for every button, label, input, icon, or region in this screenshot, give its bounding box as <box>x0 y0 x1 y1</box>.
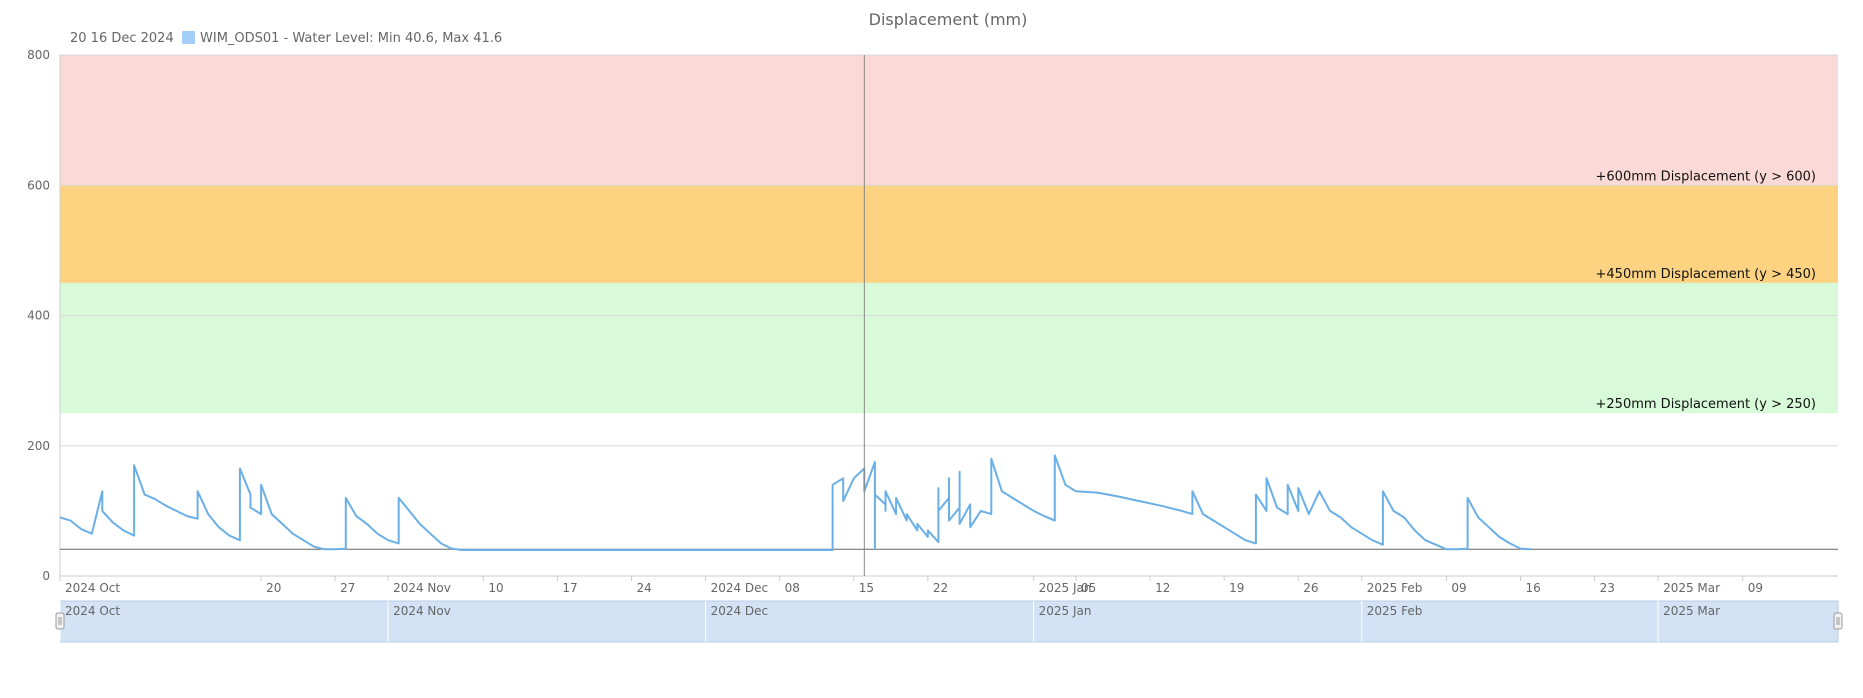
x-tick-label: 17 <box>562 581 577 595</box>
threshold-bands <box>60 55 1838 414</box>
y-tick-label: 0 <box>42 569 50 583</box>
x-tick-label: 2024 Oct <box>65 581 120 595</box>
threshold-band <box>60 282 1838 414</box>
navigator-handle-right[interactable] <box>1833 612 1843 630</box>
navigator-label: 2024 Oct <box>65 604 120 618</box>
x-tick-label: 15 <box>859 581 874 595</box>
y-axis-ticks: 0 200 400 600 800 <box>27 48 50 583</box>
y-tick-label: 600 <box>27 178 50 192</box>
series-layer <box>59 454 1532 551</box>
x-tick-label: 2024 Dec <box>711 581 769 595</box>
navigator-label: 2025 Jan <box>1039 604 1092 618</box>
navigator-label: 2024 Nov <box>393 604 451 618</box>
series-line <box>59 454 1532 551</box>
navigator-label: 2024 Dec <box>711 604 769 618</box>
threshold-band-label: +250mm Displacement (y > 250) <box>1596 397 1816 412</box>
navigator-handle-left[interactable] <box>55 612 65 630</box>
x-tick-label: 08 <box>785 581 800 595</box>
hover-date: 20 16 Dec 2024 <box>70 31 174 46</box>
x-tick-label: 26 <box>1303 581 1318 595</box>
navigator-label: 2025 Feb <box>1367 604 1423 618</box>
x-tick-label: 2025 Mar <box>1663 581 1720 595</box>
threshold-band-label: +600mm Displacement (y > 600) <box>1596 169 1816 184</box>
x-tick-label: 22 <box>933 581 948 595</box>
x-tick-label: 19 <box>1229 581 1244 595</box>
displacement-chart: +600mm Displacement (y > 600) +450mm Disp… <box>27 10 1843 643</box>
navigator-track <box>59 600 1839 643</box>
threshold-band-label: +450mm Displacement (y > 450) <box>1596 267 1816 282</box>
x-tick-label: 2024 Nov <box>393 581 451 595</box>
y-tick-label: 400 <box>27 309 50 323</box>
legend: 20 16 Dec 2024 WIM_ODS01 - Water Level: … <box>70 31 502 46</box>
y-tick-label: 200 <box>27 439 50 453</box>
range-navigator[interactable]: 2024 Oct 2024 Nov 2024 Dec 2025 Jan 2025 Feb… <box>55 600 1843 643</box>
chart-title: Displacement (mm) <box>869 10 1028 29</box>
legend-swatch[interactable] <box>182 31 195 44</box>
x-tick-label: 23 <box>1600 581 1615 595</box>
threshold-band <box>60 185 1838 283</box>
x-tick-label: 20 <box>266 581 281 595</box>
x-tick-label: 05 <box>1081 581 1096 595</box>
x-tick-label: 09 <box>1748 581 1763 595</box>
x-tick-label: 2025 Feb <box>1367 581 1423 595</box>
x-tick-label: 16 <box>1526 581 1541 595</box>
x-axis-ticks: 2024 Oct 20 27 2024 Nov 10 17 24 2024 Dec 08 15 22… <box>59 576 1763 595</box>
x-tick-label: 27 <box>340 581 355 595</box>
threshold-band <box>60 55 1838 186</box>
x-tick-label: 10 <box>488 581 503 595</box>
x-tick-label: 12 <box>1155 581 1170 595</box>
x-tick-label: 09 <box>1451 581 1466 595</box>
navigator-label: 2025 Mar <box>1663 604 1720 618</box>
y-tick-label: 800 <box>27 48 50 62</box>
x-tick-label: 24 <box>637 581 652 595</box>
legend-label[interactable]: WIM_ODS01 - Water Level: Min 40.6, Max 4… <box>200 31 502 46</box>
